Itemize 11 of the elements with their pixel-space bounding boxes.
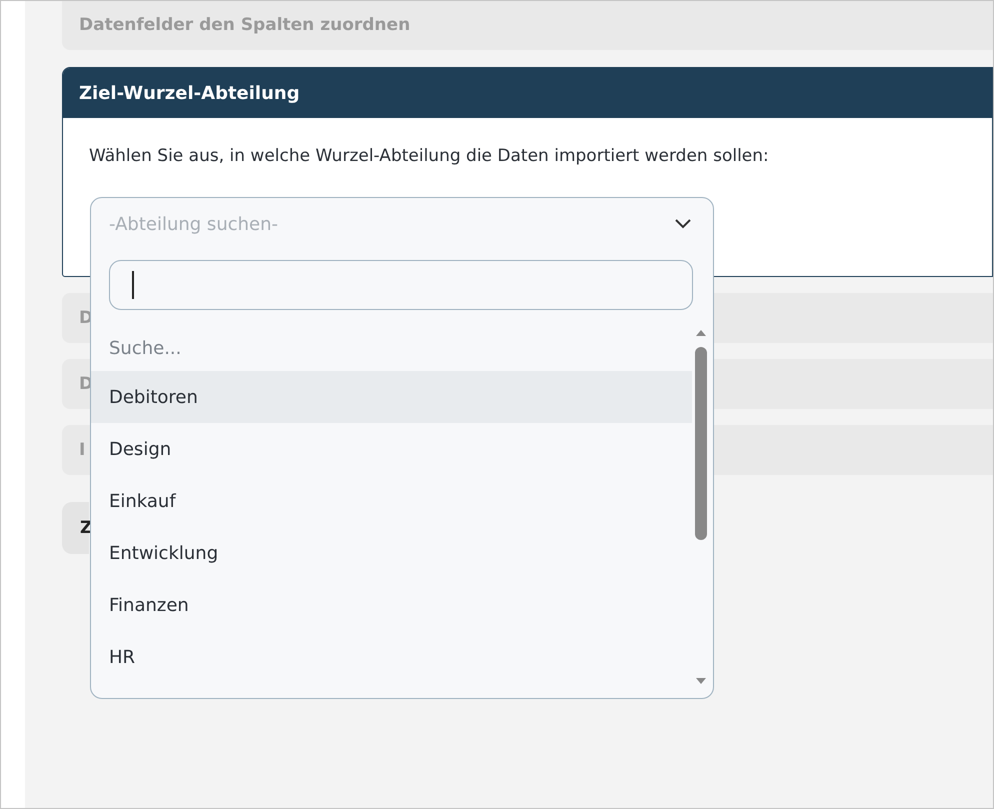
option-item[interactable]: Entwicklung [91, 527, 692, 579]
option-item[interactable]: Debitoren [91, 371, 692, 423]
search-field[interactable] [109, 260, 693, 310]
instruction-text: Wählen Sie aus, in welche Wurzel-Abteilung die Daten importiert werden sollen: [89, 146, 769, 166]
option-item[interactable]: Einkauf [91, 475, 692, 527]
option-item[interactable]: Finanzen [91, 579, 692, 631]
card-title: Ziel-Wurzel-Abteilung [63, 68, 992, 118]
option-item[interactable]: HR [91, 631, 692, 683]
chevron-icon[interactable] [675, 219, 691, 229]
option-item[interactable]: Design [91, 423, 692, 475]
search-hint: Suche... [108, 336, 182, 360]
